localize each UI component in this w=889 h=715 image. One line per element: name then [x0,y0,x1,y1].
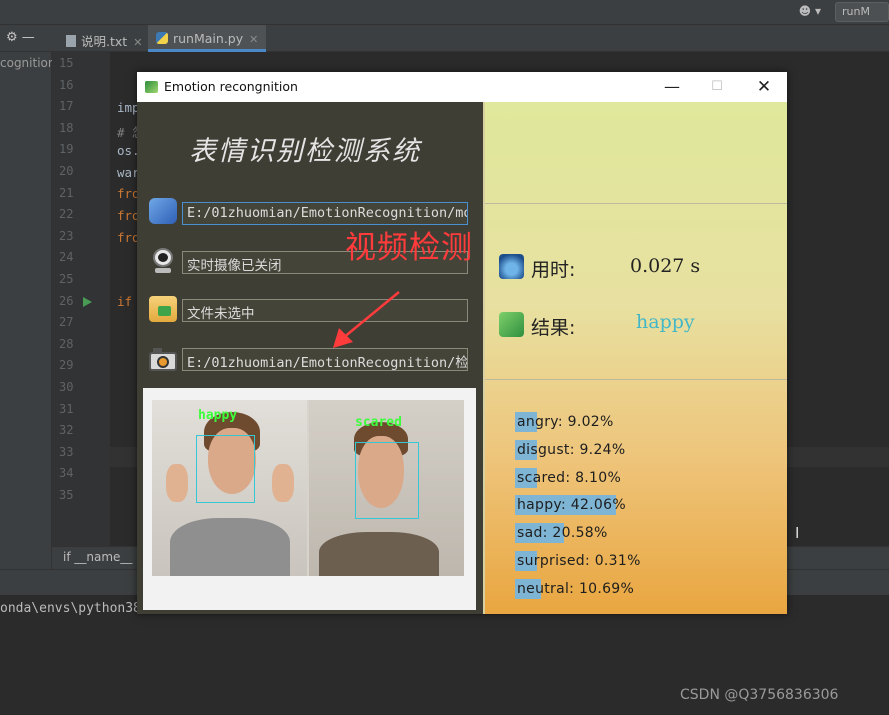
ide-toolbar: ☻ ▾ runM [0,0,889,25]
detection-image-frame: happy scared [143,388,476,610]
camera-icon[interactable] [149,346,177,372]
result-icon [499,312,524,337]
python-file-icon [156,32,168,44]
detection-image: happy scared [152,400,464,576]
tab-runmain[interactable]: runMain.py ✕ [148,25,267,52]
maximize-button[interactable]: ☐ [694,72,740,102]
close-button[interactable]: ✕ [741,72,787,102]
line-number: 16 [59,77,74,92]
result-panel: 用时: 0.027 s 结果: happy angry: 9.02% disgus… [483,102,787,614]
face-label: scared [355,415,402,430]
line-number: 25 [59,272,74,286]
editor-tab-bar: ⚙ — 说明.txt ✕ runMain.py ✕ [0,25,889,52]
emotion-label: happy: 42.06% [517,497,626,514]
gear-icon[interactable]: ⚙ — [6,30,35,45]
title-bar[interactable]: Emotion recongnition — ☐ ✕ [137,72,787,102]
run-config-label: runM [842,5,870,18]
line-number: 29 [59,358,74,373]
line-number: 17 [59,99,74,114]
line-number: 23 [59,228,74,243]
line-number: 22 [59,207,74,222]
app-icon [145,81,158,93]
project-panel: cognition [0,52,56,572]
emotion-app-window: Emotion recongnition — ☐ ✕ 表情识别检测系统 E:/0… [137,72,787,614]
result-label: 结果: [531,317,576,339]
close-icon[interactable]: ✕ [133,36,142,49]
emotion-label: sad: 20.58% [517,525,608,542]
line-number: 15 [59,56,74,70]
line-number: 35 [59,488,74,502]
project-label: cognition [0,56,56,70]
watermark: CSDN @Q3756836306 [680,687,839,703]
webcam-icon[interactable] [149,248,177,274]
face-box [355,442,419,519]
app-heading: 表情识别检测系统 [189,136,421,167]
open-file-icon[interactable] [149,296,177,322]
line-number: 33 [59,444,74,459]
tab-readme[interactable]: 说明.txt ✕ [58,25,150,52]
annotation-label: 视频检测 [345,230,473,266]
result-value: happy [636,311,695,333]
emotion-label: angry: 9.02% [517,414,614,430]
line-number: 34 [59,466,74,481]
time-label: 用时: [531,259,576,281]
minimize-button[interactable]: — [649,72,695,102]
line-number: 32 [59,423,74,438]
face-box [196,435,255,503]
line-number: 19 [59,142,74,157]
emotion-label: surprised: 0.31% [517,553,641,569]
line-number: 30 [59,380,74,394]
run-config-button[interactable]: runM [835,2,889,22]
close-icon[interactable]: ✕ [249,33,258,46]
tab-label: runMain.py [173,31,244,46]
window-title: Emotion recongnition [164,79,298,94]
console-line: onda\envs\python38 [0,601,141,616]
line-number: 20 [59,164,74,178]
line-number: 27 [59,315,74,330]
speedometer-icon [499,254,524,279]
video-path-field[interactable]: E:/01zhuomian/EmotionRecognition/检测 [182,348,468,371]
tab-label: 说明.txt [81,34,128,49]
face-label: happy [198,408,238,423]
model-folder-icon[interactable] [149,198,177,224]
line-number: 24 [59,250,74,265]
line-number: 31 [59,401,74,416]
text-cursor-icon: I [795,524,800,542]
line-number: 21 [59,185,74,200]
file-status-field[interactable]: 文件未选中 [182,299,468,322]
time-value: 0.027 s [630,255,701,277]
emotion-label: scared: 8.10% [517,469,622,486]
text-file-icon [66,35,76,47]
line-number: 18 [59,120,74,135]
divider [485,203,787,204]
line-number: 28 [59,336,74,351]
run-gutter-icon[interactable] [83,297,92,307]
emotion-label: disgust: 9.24% [517,441,626,458]
breadcrumb-text[interactable]: if __name__ = [63,550,146,564]
divider [485,379,787,380]
annotation-arrow-icon [333,291,400,348]
control-panel: 表情识别检测系统 E:/01zhuomian/EmotionRecognitio… [137,102,483,614]
code-line: if [117,294,133,310]
emotion-label: neutral: 10.69% [517,580,635,597]
user-icon[interactable]: ☻ ▾ [799,4,821,18]
